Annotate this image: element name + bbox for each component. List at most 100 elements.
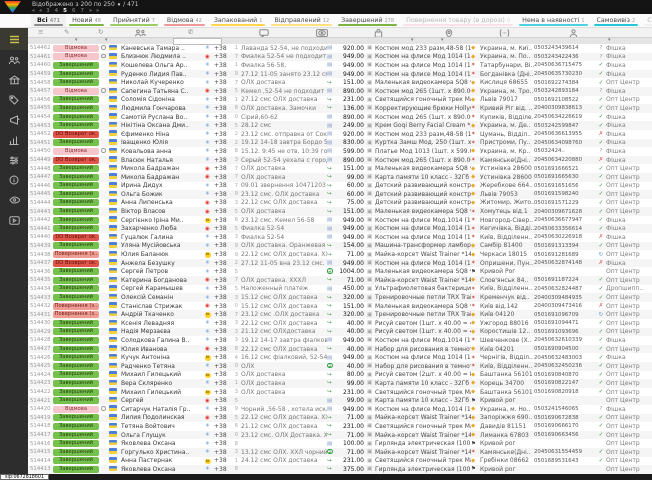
tracking-number[interactable]: 20450632483003 [534, 355, 596, 361]
client-phone[interactable]: +38 [214, 423, 231, 430]
tracking-number[interactable]: 0501692108522 [534, 97, 596, 103]
order-row-514461[interactable]: 514461ВідмоваБлизнюк Людмила ..◉+387Фиал… [28, 53, 652, 62]
client-phone[interactable]: +38 [214, 303, 231, 310]
client-phone[interactable]: +38 [214, 251, 231, 258]
client-phone[interactable]: +38 [214, 449, 231, 456]
next-page-button[interactable]: » [89, 8, 91, 14]
prev-page-button[interactable]: « [39, 8, 41, 14]
order-row-514433[interactable]: 514433ЗавершенийОлексій Семанін✳+38315.1… [28, 293, 652, 302]
tracking-number[interactable]: 20450631554459 [534, 449, 596, 455]
client-phone[interactable]: +38 [214, 182, 231, 189]
sidebar-item-finance[interactable] [0, 70, 28, 90]
tracking-number[interactable]: 20450634220880 [534, 157, 596, 163]
order-row-514425[interactable]: 514425ЗавершенийРадченко Тетяна✳+380ОЛХ₴… [28, 362, 652, 371]
last-page-button[interactable]: » [96, 8, 98, 14]
tracking-number[interactable]: 0501690820918 [534, 389, 596, 395]
product-filter-dropdown[interactable]: ▾ [411, 37, 414, 43]
tracking-number[interactable]: 0501690822147 [534, 380, 596, 386]
tracking-number[interactable]: 20450630226918 [534, 234, 596, 240]
order-row-514414[interactable]: 514414ЗавершенийАнна Пастернакlc+38124.1… [28, 457, 652, 466]
tracking-number[interactable]: 0501689531643 [534, 458, 596, 464]
order-row-514456[interactable]: 514456ЗавершенийСоломія Сідоніна✳+38127.… [28, 96, 652, 105]
order-row-514452[interactable]: 514452DO Возврат ок.Єфименко Ніна✳+38223… [28, 130, 652, 139]
tracking-number[interactable]: 0501691187224 [534, 277, 596, 283]
order-row-514428[interactable]: 514428ЗавершенийСолодкова Галина В..✳+38… [28, 336, 652, 345]
order-row-514424[interactable]: 514424ЗавершенийМихаил Гилецькийlc+383ОЛ… [28, 371, 652, 380]
client-phone[interactable]: +38 [214, 371, 231, 378]
client-phone[interactable]: +38 [214, 62, 231, 69]
order-row-514441[interactable]: 514441ЗавершенийЗахарченко Люба◉+385Фиал… [28, 224, 652, 233]
tracking-number[interactable]: 20450632824487 [534, 286, 596, 292]
order-row-514443[interactable]: 514443ЗавершенийВіктор Власов◉+385ОЛХ до… [28, 207, 652, 216]
order-row-514430[interactable]: 514430ЗавершенийКсенія Левадняя✳+38322.1… [28, 319, 652, 328]
tracking-number[interactable]: 0501691651656 [534, 183, 596, 189]
client-phone[interactable]: +38 [214, 114, 231, 121]
order-row-514444[interactable]: 514444ЗавершенийАнна Липенська◉+38322.12… [28, 199, 652, 208]
sidebar-item-settings[interactable] [0, 150, 28, 170]
tracking-number[interactable]: 0501691666521 [534, 166, 596, 172]
client-phone[interactable]: +38 [214, 354, 231, 361]
order-row-514437[interactable]: 514437DO Возврат ок.Анжела Безушку✳+3822… [28, 259, 652, 268]
client-phone[interactable]: +38 [214, 217, 231, 224]
client-phone[interactable]: +38 [214, 71, 231, 78]
tracking-number[interactable]: 0503242599847 [534, 123, 596, 129]
client-phone[interactable]: +38 [214, 174, 231, 181]
client-phone[interactable]: +38 [214, 294, 231, 301]
page-3[interactable]: 3 [46, 8, 50, 14]
client-phone[interactable]: +38 [214, 406, 231, 413]
client-phone[interactable]: +38 [214, 191, 231, 198]
order-row-514449[interactable]: 514449DO Возврат ок.Власюк Наталья✳+383С… [28, 156, 652, 165]
page-5[interactable]: 5 [63, 8, 67, 14]
order-row-514454[interactable]: 514454ЗавершенийСамотій Руслана Во..✳+38… [28, 113, 652, 122]
client-phone[interactable]: +38 [214, 363, 231, 370]
page-7[interactable]: 7 [80, 8, 84, 14]
tracking-number[interactable]: 0501691313394 [534, 243, 596, 249]
client-phone[interactable]: +38 [214, 96, 231, 103]
order-row-514418[interactable]: 514418ЗавершенийТетяна Войтович✳+38621.1… [28, 422, 652, 431]
tracking-number[interactable]: 0501691093696 [534, 329, 596, 335]
tab-8-Нема в наявності[interactable]: Нема в наявності1 [516, 14, 590, 27]
order-row-514457[interactable]: 514457ВідмоваСапегина Татьяна С..◉+385Ке… [28, 87, 652, 96]
client-phone[interactable]: +38 [214, 53, 231, 60]
tracking-number[interactable]: 0503243439614 [534, 45, 596, 51]
client-phone[interactable]: +38 [214, 285, 231, 292]
tracking-number[interactable]: 0503243422436 [534, 54, 596, 60]
tracking-number[interactable]: 20450635730230 [534, 71, 596, 77]
client-phone[interactable]: +38 [214, 122, 231, 129]
client-phone[interactable]: +38 [214, 346, 231, 353]
tracking-number[interactable]: 0501690904500 [534, 346, 596, 352]
column-status-icon[interactable]: ≡ [38, 29, 43, 36]
tracking-number[interactable]: 20400309671628 [534, 209, 596, 215]
tracking-number[interactable]: 20450636613955 [534, 131, 596, 137]
client-phone[interactable]: +38 [214, 277, 231, 284]
order-row-514426[interactable]: 514426ЗавершенийКучук Антонінаlc+38416.1… [28, 353, 652, 362]
order-row-514419[interactable]: 514419ЗавершенийЛилия Подолинская◉+38522… [28, 414, 652, 423]
client-phone[interactable]: +38 [214, 440, 231, 447]
tracking-number[interactable]: 20450632874148 [534, 260, 596, 266]
client-phone[interactable]: +38 [214, 328, 231, 335]
sidebar-item-orders[interactable] [0, 28, 28, 50]
tracking-number[interactable]: 20450636677947 [534, 217, 596, 223]
tracking-number[interactable]: 0501690840870 [534, 372, 596, 378]
tab-1-Новий[interactable]: Новий48 [66, 14, 107, 27]
order-row-514447[interactable]: 514447ЗавершенийМикола Бадражан◉+387ОЛХ … [28, 173, 652, 182]
tracking-number[interactable]: 20450636715475 [534, 62, 596, 68]
client-phone[interactable]: +38 [214, 79, 231, 86]
order-row-514432[interactable]: 514432Повернення (з..Станіслав Стрижак◉+… [28, 302, 652, 311]
page-size-dropdown[interactable]: ▾ [118, 2, 121, 8]
client-phone[interactable]: +38 [214, 311, 231, 318]
client-phone[interactable]: +38 [214, 234, 231, 241]
order-row-514435[interactable]: 514435ЗавершенийКатерина Богданова◉+387О… [28, 276, 652, 285]
client-phone[interactable]: +38 [214, 131, 231, 138]
page-4[interactable]: 4 [55, 8, 59, 14]
sidebar-item-reports[interactable] [0, 130, 28, 150]
order-row-514438[interactable]: 514438Повернення (з..Юлия Баланюкlc+3892… [28, 250, 652, 259]
sidebar-item-marketing[interactable] [0, 110, 28, 130]
order-row-514440[interactable]: 514440DO Возврат ок.Гуцалюк Галина✳+383Ф… [28, 233, 652, 242]
order-row-514458[interactable]: 514458ЗавершенийНиколай Кучеренко✳+387ОЛ… [28, 78, 652, 87]
tracking-number[interactable]: 0503242893184 [534, 88, 596, 94]
client-phone[interactable]: +38 [214, 397, 231, 404]
client-phone[interactable]: +38 [214, 139, 231, 146]
order-row-514421[interactable]: 514421ЗавершенийСергей◉+385▤99.00▣Карта … [28, 396, 652, 405]
tracking-number[interactable]: 20400309838613 [534, 105, 596, 111]
